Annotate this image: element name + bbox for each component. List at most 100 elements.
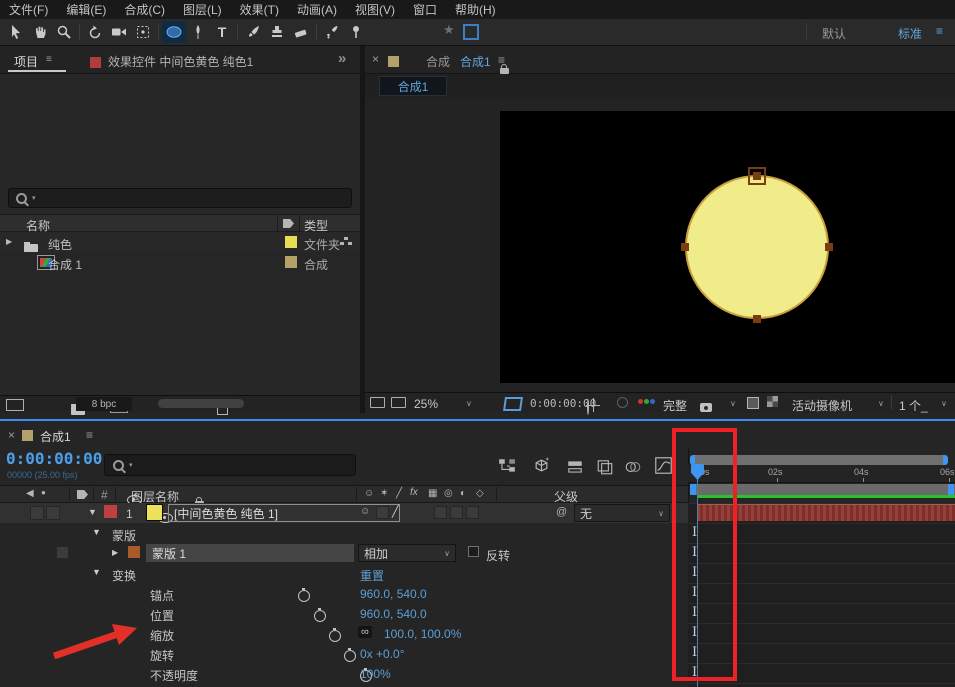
- resolution-caret-icon[interactable]: ∨: [730, 399, 736, 408]
- quality-column-icon[interactable]: ╱: [396, 488, 402, 499]
- tab-timeline-comp[interactable]: 合成1: [40, 428, 71, 445]
- layer-3d-switch[interactable]: [466, 506, 479, 519]
- parent-dropdown[interactable]: 无 ∨: [574, 504, 670, 522]
- layer-lock-cell[interactable]: [46, 506, 60, 520]
- scale-link-icon[interactable]: ∞: [358, 626, 372, 638]
- menu-item-view[interactable]: 视图(V): [346, 1, 404, 18]
- pan-behind-tool[interactable]: [131, 21, 155, 43]
- menu-item-composition[interactable]: 合成(C): [115, 1, 174, 18]
- label-swatch[interactable]: [285, 256, 297, 268]
- viewer-tab-menu-icon[interactable]: ≡: [498, 53, 505, 67]
- mask-invert-checkbox[interactable]: [468, 546, 479, 557]
- viewer-timecode[interactable]: 0:00:00:00: [530, 397, 596, 410]
- project-item-name[interactable]: 纯色: [48, 236, 72, 253]
- timeline-close-icon[interactable]: ×: [8, 428, 15, 442]
- effects-column-icon[interactable]: fx: [410, 487, 418, 498]
- navigator-right-handle[interactable]: [943, 455, 948, 465]
- transform-reset-link[interactable]: 重置: [360, 567, 384, 584]
- anchor-point-value[interactable]: 960.0, 540.0: [360, 587, 427, 601]
- mask-video-cell[interactable]: [56, 546, 69, 559]
- current-timecode[interactable]: 0:00:00:00: [6, 449, 102, 468]
- scale-label[interactable]: 缩放: [150, 627, 174, 644]
- menu-item-edit[interactable]: 编辑(E): [57, 1, 115, 18]
- project-search-box[interactable]: ▾: [8, 188, 352, 208]
- layer-frame-blend-switch[interactable]: [434, 506, 447, 519]
- menu-item-effect[interactable]: 效果(T): [231, 1, 288, 18]
- vertex-handle-right[interactable]: [825, 243, 833, 251]
- project-item-name[interactable]: 合成 1: [48, 256, 82, 273]
- layer-expand-icon[interactable]: ▼: [88, 507, 97, 517]
- menu-item-window[interactable]: 窗口: [404, 1, 446, 18]
- menu-item-file[interactable]: 文件(F): [0, 1, 57, 18]
- mask1-color-chip[interactable]: [128, 546, 140, 558]
- parent-pick-whip-icon[interactable]: @: [556, 506, 567, 518]
- tab-effect-controls[interactable]: 效果控件 中间色黄色 纯色1: [108, 53, 253, 70]
- ellipse-tool-active[interactable]: [162, 21, 186, 43]
- number-column-icon[interactable]: #: [101, 488, 108, 502]
- project-tab-menu-icon[interactable]: ≡: [46, 54, 52, 65]
- layer-quality-switch[interactable]: ╱: [392, 505, 399, 518]
- frame-blending-icon[interactable]: [596, 458, 614, 476]
- scale-value[interactable]: 100.0, 100.0%: [384, 627, 461, 641]
- motion-blur-icon[interactable]: [624, 458, 642, 476]
- vertex-handle-bottom[interactable]: [753, 315, 761, 323]
- mask1-expand-icon[interactable]: ▶: [112, 548, 118, 557]
- row-expand-icon[interactable]: ▶: [6, 237, 12, 246]
- zoom-tool[interactable]: [52, 21, 76, 43]
- label-swatch[interactable]: [285, 236, 297, 248]
- more-tabs-icon[interactable]: »: [338, 50, 346, 67]
- vertex-handle-left[interactable]: [681, 243, 689, 251]
- fast-previews-icon[interactable]: [747, 397, 759, 409]
- camera-tool[interactable]: [107, 21, 131, 43]
- workspace-default[interactable]: 默认: [822, 25, 846, 42]
- masks-group-label[interactable]: 蒙版: [112, 527, 136, 544]
- layer-shy-switch[interactable]: ☺: [360, 506, 370, 517]
- channel-icon[interactable]: [638, 399, 655, 404]
- snapshot-icon[interactable]: [700, 403, 712, 412]
- eraser-tool[interactable]: [289, 21, 313, 43]
- tab-project[interactable]: 项目: [14, 53, 38, 70]
- position-stopwatch-icon[interactable]: [314, 610, 326, 622]
- layer-solid-swatch[interactable]: [146, 504, 163, 521]
- opacity-value[interactable]: 100%: [360, 667, 391, 681]
- timeline-tab-menu-icon[interactable]: ≡: [86, 428, 93, 442]
- solo-column-icon[interactable]: ●: [41, 488, 46, 497]
- comp-flowchart-tab[interactable]: 合成1: [379, 76, 447, 96]
- main-display-icon[interactable]: [391, 397, 406, 408]
- pen-tool[interactable]: [186, 21, 210, 43]
- transparency-grid-icon[interactable]: [767, 396, 778, 407]
- text-tool[interactable]: T: [210, 21, 234, 43]
- show-snapshot-icon[interactable]: [617, 397, 628, 408]
- audio-column-speaker-icon[interactable]: ◀: [26, 488, 34, 499]
- shy-column-icon[interactable]: ☺: [364, 488, 374, 499]
- graph-editor-icon[interactable]: [654, 456, 673, 475]
- mask1-row-highlight[interactable]: 蒙版 1: [146, 544, 354, 562]
- region-of-interest-icon[interactable]: [503, 397, 523, 411]
- view-layout-value[interactable]: 1 个_: [899, 397, 928, 414]
- cube-3d-column-icon[interactable]: ◇: [476, 488, 484, 499]
- workspace-standard[interactable]: 标准: [898, 25, 922, 42]
- masks-expand-icon[interactable]: ▼: [92, 527, 101, 537]
- camera-view-value[interactable]: 活动摄像机: [792, 397, 852, 414]
- brush-tool[interactable]: [241, 21, 265, 43]
- bpc-button[interactable]: 8 bpc: [76, 397, 132, 411]
- snap-box-icon[interactable]: [463, 24, 479, 40]
- hand-tool[interactable]: [28, 21, 52, 43]
- resolution-value[interactable]: 完整: [663, 397, 687, 414]
- menu-item-animation[interactable]: 动画(A): [288, 1, 346, 18]
- menu-item-layer[interactable]: 图层(L): [174, 1, 231, 18]
- magnification-caret-icon[interactable]: ∨: [466, 399, 472, 408]
- transform-group-label[interactable]: 变换: [112, 567, 136, 584]
- viewer-close-icon[interactable]: ×: [372, 52, 379, 66]
- view-layout-caret-icon[interactable]: ∨: [941, 399, 947, 408]
- rotation-value[interactable]: 0x +0.0°: [360, 647, 405, 661]
- adjustment-column-icon[interactable]: ◐: [460, 488, 466, 499]
- viewer-tab-comp-name[interactable]: 合成1: [460, 53, 491, 70]
- anchor-point-label[interactable]: 锚点: [150, 587, 174, 604]
- transform-expand-icon[interactable]: ▼: [92, 567, 101, 577]
- interpret-footage-icon[interactable]: [6, 399, 24, 411]
- magnification-value[interactable]: 25%: [414, 397, 438, 411]
- work-area-end-handle[interactable]: [948, 484, 954, 495]
- rotation-label[interactable]: 旋转: [150, 647, 174, 664]
- stamp-tool[interactable]: [265, 21, 289, 43]
